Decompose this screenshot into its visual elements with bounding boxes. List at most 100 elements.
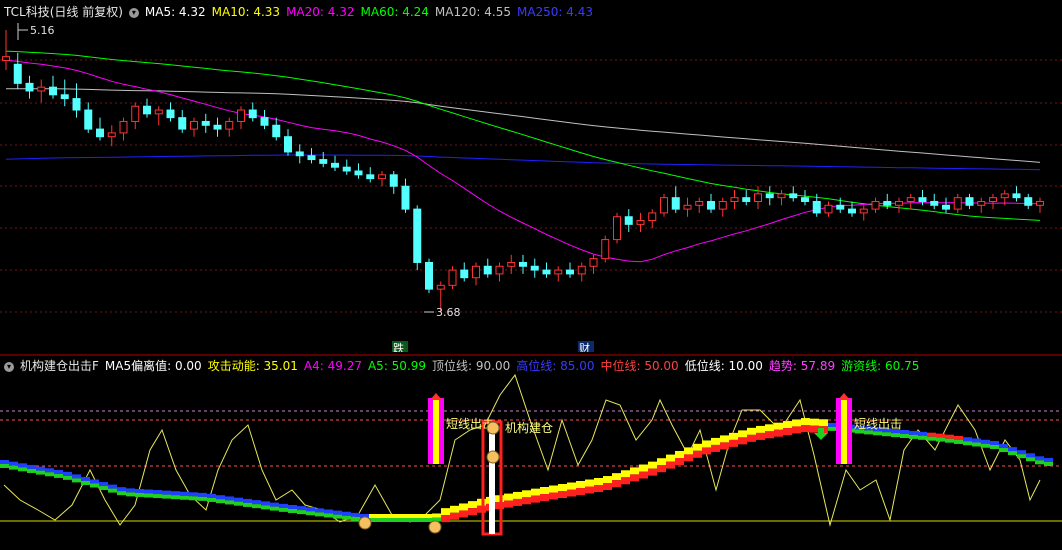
candle [178,110,187,133]
candle [965,193,974,210]
candle [272,117,281,141]
candle [789,186,798,202]
candle [777,190,786,206]
candle [1024,193,1033,210]
candle [190,117,198,137]
candle [577,262,586,282]
candle [601,235,610,263]
coin-icon [358,516,372,530]
indicator-header: ▾ 机构建仓出击F MA5偏离值: 0.00 攻击动能: 35.01 A4: 49.27… [4,357,925,375]
candle [13,52,22,90]
candle [49,75,57,99]
candle [730,190,739,210]
candle [589,254,598,274]
trend-band [0,418,1053,523]
candle [237,106,245,130]
candle [989,193,997,210]
candle [871,197,880,213]
indicator-dot-icon[interactable]: ▾ [4,361,14,372]
institution-build-signal: 机构建仓 [505,420,553,435]
candle [107,125,116,147]
candle [72,83,81,118]
candle [201,113,210,133]
hot-money-label: 游资线: 60.75 [841,359,920,373]
candle [2,30,10,71]
indicator-reference-lines [0,410,1062,522]
candle [1036,197,1044,213]
candle [848,201,856,217]
candle [519,254,527,274]
candlestick-chart[interactable]: 5.16 3.68 跌 财 [0,0,1062,352]
event-marker-finance[interactable]: 财 [579,341,590,352]
candle [483,258,492,278]
candle [401,178,410,213]
candle [119,117,128,141]
candle [636,212,645,232]
candle [143,98,151,118]
candle [448,266,457,290]
ma250-line [5,154,1041,171]
coin-icons [358,421,500,534]
low-line-label: 低位线: 10.00 [684,359,763,373]
candle [37,79,46,103]
a4-label: A4: 49.27 [303,359,362,373]
high-line-label: 高位线: 85.00 [516,359,595,373]
candle [613,212,621,244]
candle [96,117,104,141]
candle [554,266,563,282]
candle [413,205,422,271]
candle [765,186,774,206]
short-attack-signal-2: 短线出击 [854,417,902,431]
candle [84,102,93,133]
candle [707,193,715,213]
coin-icon [486,421,500,435]
signal-bars [428,393,852,536]
candle [166,102,175,122]
candle [460,262,469,282]
trend-label: 趋势: 57.89 [768,359,836,373]
candle [895,197,903,213]
candles [2,30,1044,312]
attack-momentum-line [3,373,1041,527]
candle [260,110,269,130]
candle [930,193,939,210]
short-attack-signal-1: 短线出击 [446,417,494,431]
candle [507,254,516,274]
candle [859,205,868,221]
candle [284,129,292,156]
candle [225,117,234,137]
candle [624,209,633,232]
main-gridlines [0,59,1062,313]
candle [378,171,386,187]
candle [530,258,539,278]
ma120-line [5,88,1041,163]
event-marker-down[interactable]: 跌 [393,341,404,352]
ma5-deviation-label: MA5偏离值: 0.00 [104,359,202,373]
candle [1012,186,1021,202]
candle [977,197,986,213]
mid-line-label: 中位线: 50.00 [600,359,679,373]
panel-divider[interactable] [0,354,1062,356]
candle [906,193,915,210]
candle [942,197,950,213]
signal-labels: 短线出击 机构建仓 短线出击 [446,417,902,435]
candle [660,193,668,217]
candle [566,262,574,278]
candle [331,155,339,171]
candle [389,171,398,194]
candle [342,159,351,175]
candle [213,117,222,137]
candle [683,197,692,217]
candle [366,167,375,183]
attack-momentum-label: 攻击动能: 35.01 [207,359,298,373]
indicator-name[interactable]: 机构建仓出击F [20,359,99,373]
candle [718,197,727,217]
candle [495,262,504,282]
candle [742,190,751,206]
candle [131,102,140,130]
coin-icon [428,520,442,534]
candle [648,209,657,229]
candle [295,144,304,164]
candle [354,163,363,179]
candle [754,186,762,210]
